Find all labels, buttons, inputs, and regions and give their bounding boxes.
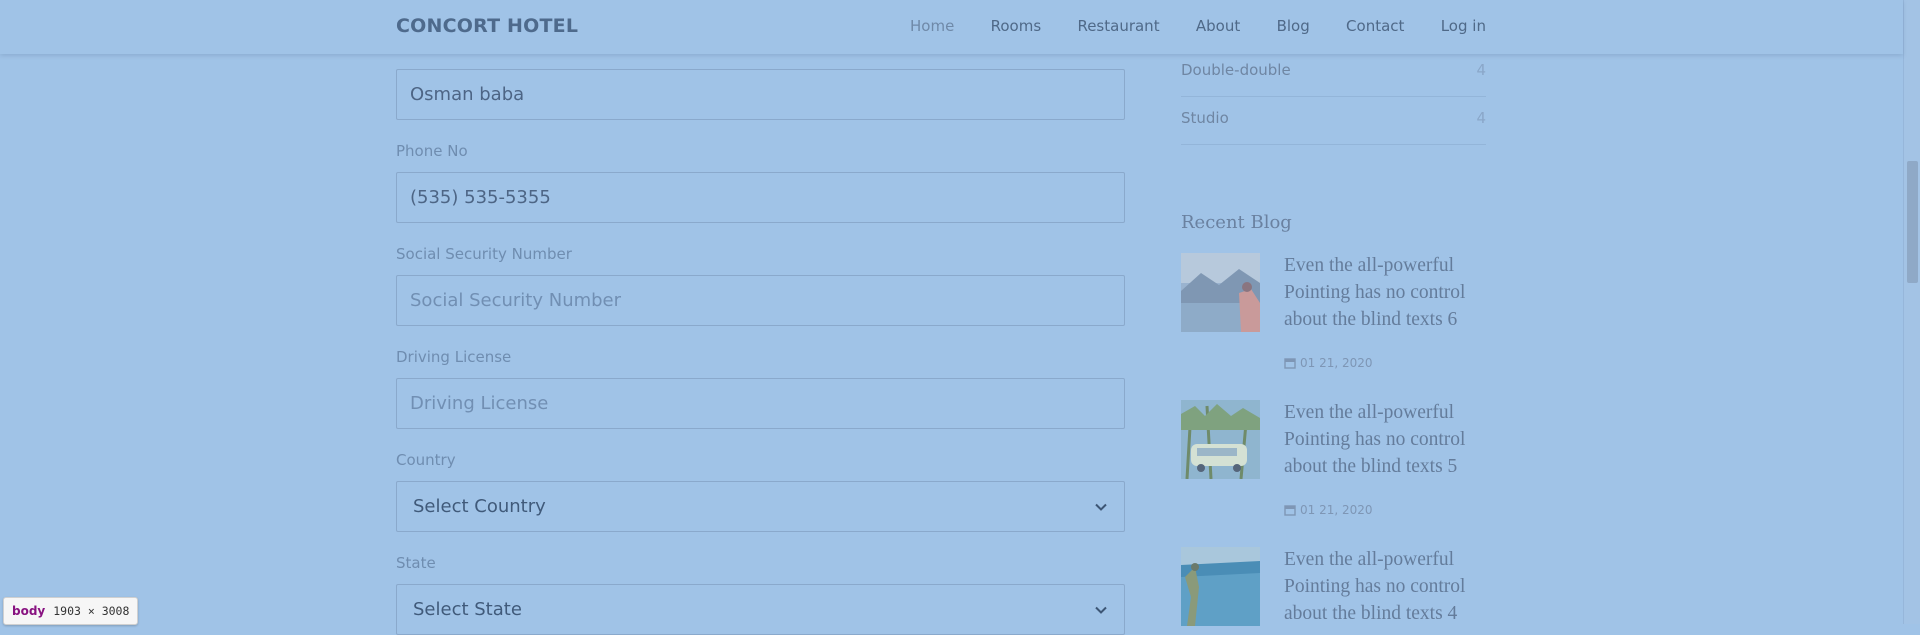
post-date-text: 01 21, 2020 — [1300, 503, 1373, 517]
nav-links: Home Rooms Restaurant About Blog Contact… — [910, 17, 1486, 35]
devtools-element-tooltip: body 1903 × 3008 — [3, 597, 139, 625]
post-date: 01 21, 2020 — [1284, 503, 1373, 517]
tooltip-size: 1903 × 3008 — [53, 604, 130, 618]
category-name: Studio — [1181, 109, 1229, 127]
post-thumbnail[interactable] — [1181, 400, 1260, 479]
chevron-down-icon — [1094, 603, 1108, 617]
nav-rooms[interactable]: Rooms — [991, 17, 1042, 35]
post-thumbnail[interactable] — [1181, 547, 1260, 626]
state-select[interactable]: Select State — [396, 584, 1125, 635]
nav-contact[interactable]: Contact — [1346, 17, 1404, 35]
calendar-icon — [1284, 505, 1296, 516]
phone-label: Phone No — [396, 142, 468, 160]
category-item[interactable]: Double-double 4 — [1181, 50, 1486, 90]
state-selected: Select State — [413, 599, 522, 620]
category-name: Double-double — [1181, 61, 1291, 79]
license-label: Driving License — [396, 348, 512, 366]
country-selected: Select Country — [413, 496, 546, 517]
divider — [1181, 96, 1486, 97]
calendar-icon — [1284, 358, 1296, 369]
navbar: CONCORT HOTEL Home Rooms Restaurant Abou… — [0, 0, 1903, 54]
post-title[interactable]: Even the all-powerful Pointing has no co… — [1284, 399, 1484, 480]
tooltip-tag: body — [12, 604, 46, 618]
post-title[interactable]: Even the all-powerful Pointing has no co… — [1284, 546, 1484, 627]
nav-home[interactable]: Home — [910, 17, 954, 35]
recent-blog-heading: Recent Blog — [1181, 212, 1292, 233]
page-scrollbar[interactable] — [1903, 0, 1920, 624]
post-date: 01 21, 2020 — [1284, 356, 1373, 370]
category-count: 4 — [1476, 109, 1486, 127]
country-label: Country — [396, 451, 456, 469]
post-date-text: 01 21, 2020 — [1300, 356, 1373, 370]
brand-logo[interactable]: CONCORT HOTEL — [396, 15, 578, 37]
nav-about[interactable]: About — [1196, 17, 1240, 35]
category-item[interactable]: Studio 4 — [1181, 98, 1486, 138]
ssn-input[interactable]: Social Security Number — [396, 275, 1125, 326]
chevron-down-icon — [1094, 500, 1108, 514]
nav-login[interactable]: Log in — [1441, 17, 1486, 35]
scroll-thumb[interactable] — [1907, 161, 1918, 283]
post-title[interactable]: Even the all-powerful Pointing has no co… — [1284, 252, 1484, 333]
divider — [1181, 144, 1486, 145]
phone-input[interactable]: (535) 535-5355 — [396, 172, 1125, 223]
nav-blog[interactable]: Blog — [1277, 17, 1310, 35]
state-label: State — [396, 554, 436, 572]
name-input[interactable]: Osman baba — [396, 69, 1125, 120]
ssn-label: Social Security Number — [396, 245, 572, 263]
license-input[interactable]: Driving License — [396, 378, 1125, 429]
nav-restaurant[interactable]: Restaurant — [1077, 17, 1159, 35]
category-count: 4 — [1476, 61, 1486, 79]
post-thumbnail[interactable] — [1181, 253, 1260, 332]
country-select[interactable]: Select Country — [396, 481, 1125, 532]
